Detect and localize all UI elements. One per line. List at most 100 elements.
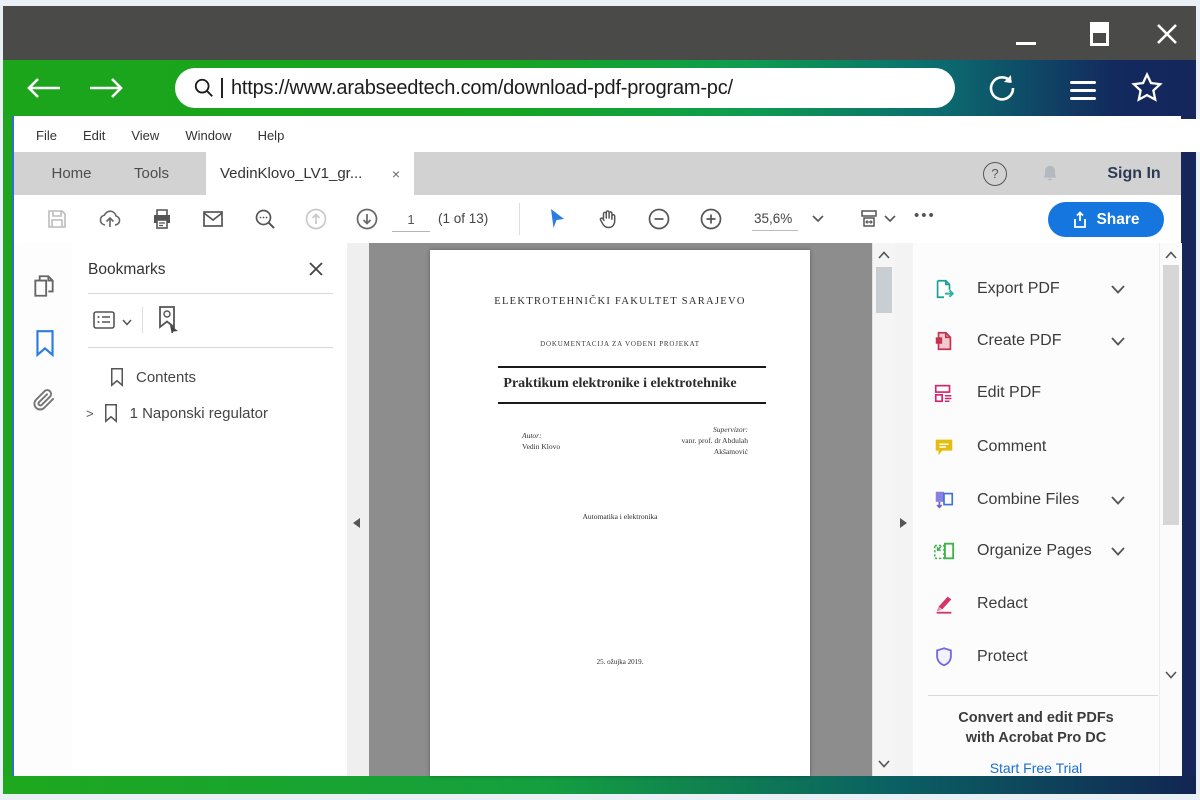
tools-divider xyxy=(928,695,1158,696)
tools-panel: Export PDF Create PDF Edit PDF Comment xyxy=(913,243,1159,776)
chevron-down-icon[interactable] xyxy=(1111,496,1125,505)
document-scrollbar[interactable] xyxy=(872,243,895,776)
select-tool-icon[interactable] xyxy=(545,207,569,231)
bell-icon xyxy=(1039,163,1061,185)
tool-create-pdf[interactable]: Create PDF xyxy=(913,321,1159,361)
tool-export-pdf[interactable]: Export PDF xyxy=(913,269,1159,309)
tools-scrollbar[interactable] xyxy=(1159,243,1182,776)
bookmarks-panel-title: Bookmarks xyxy=(88,261,166,279)
browser-menu-button[interactable] xyxy=(1070,76,1096,105)
tool-edit-pdf[interactable]: Edit PDF xyxy=(913,373,1159,413)
fit-width-icon[interactable] xyxy=(857,207,881,231)
hand-tool-icon[interactable] xyxy=(596,207,620,231)
tool-protect[interactable]: Protect xyxy=(913,637,1159,677)
menu-file[interactable]: File xyxy=(36,128,57,143)
back-arrow-icon xyxy=(24,76,64,100)
save-icon[interactable] xyxy=(45,207,69,231)
panel-collapse-strip[interactable] xyxy=(347,243,370,776)
promo-line-2: with Acrobat Pro DC xyxy=(913,730,1159,746)
chevron-down-icon[interactable] xyxy=(1111,547,1125,556)
email-icon[interactable] xyxy=(201,207,225,231)
new-bookmark-icon[interactable] xyxy=(154,305,180,333)
options-divider xyxy=(142,307,143,333)
tab-document[interactable]: VedinKlovo_LV1_gr... × xyxy=(206,152,414,195)
minimize-button[interactable] xyxy=(1012,22,1040,50)
combine-files-icon xyxy=(933,489,955,511)
page-number-input[interactable] xyxy=(392,207,430,232)
panel-divider xyxy=(88,293,333,294)
url-bar[interactable]: https://www.arabseedtech.com/download-pd… xyxy=(175,68,955,108)
print-icon[interactable] xyxy=(150,207,174,231)
attachments-icon[interactable] xyxy=(31,387,57,413)
tool-organize-pages[interactable]: Organize Pages xyxy=(913,531,1159,571)
scroll-down-icon[interactable] xyxy=(1165,671,1177,679)
bookmark-options-icon[interactable] xyxy=(92,309,116,331)
edit-pdf-icon xyxy=(933,382,955,404)
close-button[interactable] xyxy=(1152,18,1182,50)
tool-comment[interactable]: Comment xyxy=(913,427,1159,467)
scroll-down-icon[interactable] xyxy=(878,760,890,768)
bookmark-item-naponski-regulator[interactable]: > 1 Naponski regulator xyxy=(72,397,347,429)
sign-in-button[interactable]: Sign In xyxy=(1089,152,1179,195)
scroll-up-icon[interactable] xyxy=(1165,251,1177,259)
close-panel-icon[interactable] xyxy=(308,261,324,277)
pdf-title: Praktikum elektronike i elektrotehnike xyxy=(430,376,810,392)
pdf-university-line: ELEKTROTEHNIČKI FAKULTET SARAJEVO xyxy=(430,296,810,307)
tab-close-icon[interactable]: × xyxy=(392,166,400,182)
toolbar-divider xyxy=(519,203,520,235)
tab-tools[interactable]: Tools xyxy=(114,152,189,195)
start-free-trial-link[interactable]: Start Free Trial xyxy=(913,760,1159,776)
menu-help[interactable]: Help xyxy=(258,128,285,143)
browser-back-button[interactable] xyxy=(24,76,64,100)
export-pdf-icon xyxy=(933,278,955,300)
help-icon: ? xyxy=(983,162,1007,186)
app-toolbar: (1 of 13) 35,6% ••• Share xyxy=(14,195,1181,244)
pdf-page[interactable]: ELEKTROTEHNIČKI FAKULTET SARAJEVO DOKUME… xyxy=(430,250,810,776)
fit-dropdown-icon[interactable] xyxy=(884,215,896,223)
zoom-in-icon[interactable] xyxy=(699,207,723,231)
tools-collapse-strip[interactable] xyxy=(894,243,914,776)
pdf-supervisor-block: Supervizor: vanr. prof. dr Abdulah Akšam… xyxy=(600,424,748,457)
help-button[interactable]: ? xyxy=(979,152,1011,195)
zoom-dropdown-icon[interactable] xyxy=(812,215,824,223)
tool-redact[interactable]: Redact xyxy=(913,584,1159,624)
page-thumbnails-icon[interactable] xyxy=(31,273,57,299)
bookmark-item-contents[interactable]: Contents xyxy=(72,361,347,393)
expand-chevron[interactable]: > xyxy=(86,406,94,421)
chevron-down-icon[interactable] xyxy=(1111,285,1125,294)
bookmarks-panel-icon[interactable] xyxy=(32,329,58,357)
search-document-icon[interactable] xyxy=(253,207,277,231)
tool-combine-files[interactable]: Combine Files xyxy=(913,480,1159,520)
menu-view[interactable]: View xyxy=(131,128,159,143)
browser-forward-button[interactable] xyxy=(86,76,126,100)
url-text: https://www.arabseedtech.com/download-pd… xyxy=(231,77,733,100)
notifications-button[interactable] xyxy=(1034,152,1066,195)
next-page-icon[interactable] xyxy=(355,207,379,231)
zoom-out-icon[interactable] xyxy=(647,207,671,231)
bookmark-icon xyxy=(102,403,120,423)
zoom-level-value[interactable]: 35,6% xyxy=(752,211,798,231)
comment-icon xyxy=(933,436,955,458)
maximize-button[interactable] xyxy=(1085,19,1113,49)
share-button[interactable]: Share xyxy=(1048,202,1164,237)
upload-cloud-icon[interactable] xyxy=(98,207,122,231)
more-tools-button[interactable]: ••• xyxy=(914,207,936,224)
scroll-up-icon[interactable] xyxy=(878,251,890,259)
menu-edit[interactable]: Edit xyxy=(83,128,105,143)
app-menubar: File Edit View Window Help xyxy=(14,119,1200,152)
chevron-down-icon[interactable] xyxy=(1111,337,1125,346)
close-icon xyxy=(1154,21,1180,47)
maximize-icon xyxy=(1090,22,1109,46)
scrollbar-thumb[interactable] xyxy=(876,267,892,313)
redact-icon xyxy=(933,593,955,615)
pdf-date-line: 25. ožujka 2019. xyxy=(430,658,810,666)
scrollbar-thumb[interactable] xyxy=(1163,265,1179,525)
menu-window[interactable]: Window xyxy=(185,128,231,143)
favorite-button[interactable] xyxy=(1130,71,1164,105)
text-cursor xyxy=(221,78,223,98)
options-dropdown-icon[interactable] xyxy=(122,319,132,326)
window-border-right xyxy=(1181,116,1196,776)
previous-page-icon[interactable] xyxy=(304,207,328,231)
refresh-button[interactable] xyxy=(986,72,1018,104)
tab-home[interactable]: Home xyxy=(34,152,109,195)
